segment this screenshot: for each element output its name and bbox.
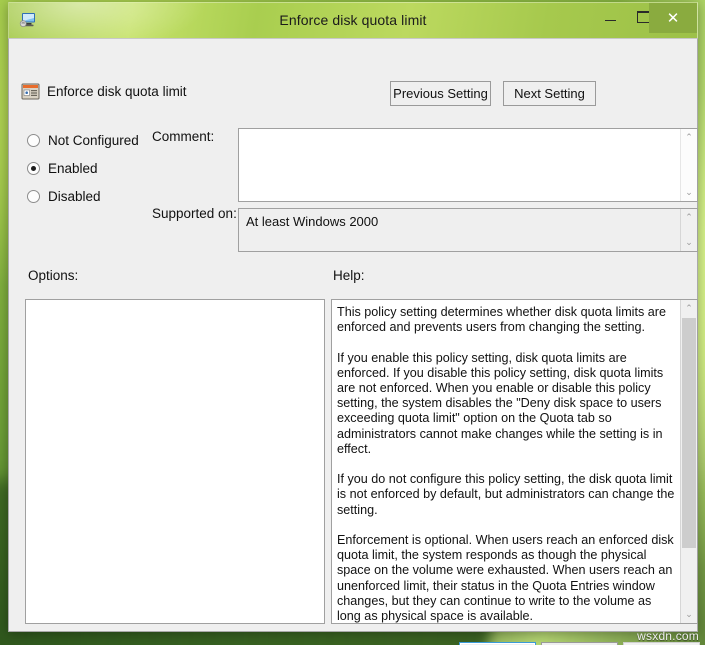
help-panel: This policy setting determines whether d… bbox=[331, 299, 698, 624]
radio-not-configured-label: Not Configured bbox=[48, 133, 139, 148]
window-client-area: Enforce disk quota limit Previous Settin… bbox=[8, 38, 700, 645]
options-panel[interactable] bbox=[25, 299, 325, 624]
policy-setting-window: Enforce disk quota limit ✕ Enforce disk … bbox=[8, 2, 700, 645]
close-button[interactable]: ✕ bbox=[649, 3, 697, 33]
setting-name-label: Enforce disk quota limit bbox=[47, 84, 187, 99]
supported-on-value: At least Windows 2000 bbox=[246, 214, 379, 229]
chevron-down-icon[interactable]: ⌄ bbox=[681, 606, 697, 623]
chevron-down-icon[interactable]: ⌄ bbox=[681, 184, 697, 201]
watermark: wsxdn.com bbox=[637, 629, 699, 643]
close-icon: ✕ bbox=[666, 10, 680, 27]
radio-disabled[interactable]: Disabled bbox=[27, 189, 101, 204]
chevron-up-icon[interactable]: ⌃ bbox=[681, 129, 697, 146]
supported-on-box: At least Windows 2000 ⌃ ⌄ bbox=[238, 208, 698, 252]
supported-on-label: Supported on: bbox=[152, 206, 237, 221]
options-label: Options: bbox=[28, 268, 79, 283]
help-text: This policy setting determines whether d… bbox=[337, 305, 675, 624]
radio-not-configured-mark bbox=[27, 134, 40, 147]
radio-enabled-label: Enabled bbox=[48, 161, 98, 176]
chevron-down-icon[interactable]: ⌄ bbox=[681, 234, 697, 251]
comment-input[interactable] bbox=[239, 129, 697, 201]
desktop-background: Enforce disk quota limit ✕ Enforce disk … bbox=[0, 0, 705, 645]
help-label: Help: bbox=[333, 268, 365, 283]
help-scrollbar-thumb[interactable] bbox=[682, 318, 696, 548]
policy-setting-icon bbox=[21, 83, 40, 100]
minimize-icon bbox=[605, 19, 616, 21]
radio-disabled-mark bbox=[27, 190, 40, 203]
help-scrollbar[interactable]: ⌃ ⌄ bbox=[680, 300, 697, 623]
comment-label: Comment: bbox=[152, 129, 215, 144]
radio-enabled-mark bbox=[27, 162, 40, 175]
radio-enabled[interactable]: Enabled bbox=[27, 161, 98, 176]
next-setting-button[interactable]: Next Setting bbox=[503, 81, 596, 106]
supported-on-scrollbar[interactable]: ⌃ ⌄ bbox=[680, 209, 697, 251]
radio-not-configured[interactable]: Not Configured bbox=[27, 133, 139, 148]
chevron-up-icon[interactable]: ⌃ bbox=[681, 300, 697, 317]
comment-box[interactable]: ⌃ ⌄ bbox=[238, 128, 698, 202]
previous-setting-button[interactable]: Previous Setting bbox=[390, 81, 491, 106]
chevron-up-icon[interactable]: ⌃ bbox=[681, 209, 697, 226]
comment-scrollbar[interactable]: ⌃ ⌄ bbox=[680, 129, 697, 201]
window-titlebar[interactable]: Enforce disk quota limit ✕ bbox=[8, 2, 698, 38]
radio-disabled-label: Disabled bbox=[48, 189, 101, 204]
minimize-button[interactable] bbox=[594, 3, 627, 30]
